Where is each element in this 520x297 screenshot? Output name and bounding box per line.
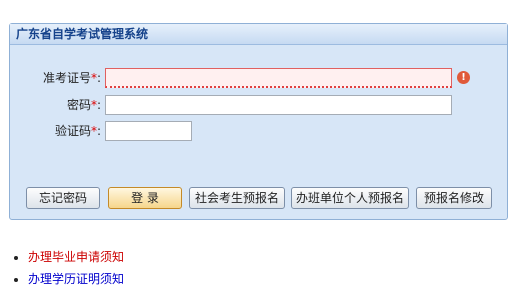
captcha-row: 验证码*: (10, 121, 507, 141)
password-row: 密码*: (10, 95, 507, 115)
panel-title: 广东省自学考试管理系统 (10, 24, 507, 45)
list-item: 办理学历证明须知 (28, 268, 124, 290)
prereg-modify-button[interactable]: 预报名修改 (416, 187, 492, 209)
forgot-password-button[interactable]: 忘记密码 (26, 187, 100, 209)
captcha-input[interactable] (105, 121, 192, 141)
certificate-notice-link[interactable]: 办理学历证明须知 (28, 272, 124, 286)
captcha-label: 验证码*: (54, 124, 101, 138)
graduation-notice-link[interactable]: 办理毕业申请须知 (28, 250, 124, 264)
notice-links: 办理毕业申请须知 办理学历证明须知 (10, 246, 124, 290)
exam-id-row: 准考证号*: ! (10, 68, 507, 88)
social-prereg-button[interactable]: 社会考生预报名 (189, 187, 285, 209)
login-button[interactable]: 登 录 (108, 187, 182, 209)
list-item: 办理毕业申请须知 (28, 246, 124, 268)
org-prereg-button[interactable]: 办班单位个人预报名 (291, 187, 409, 209)
exam-id-input[interactable] (105, 68, 452, 88)
exam-id-label: 准考证号*: (42, 71, 101, 85)
password-input[interactable] (105, 95, 452, 115)
error-icon: ! (457, 71, 470, 84)
password-label: 密码*: (66, 98, 101, 112)
login-panel: 广东省自学考试管理系统 准考证号*: ! 密码*: 验证码*: 忘记密码 登 录… (9, 23, 508, 220)
